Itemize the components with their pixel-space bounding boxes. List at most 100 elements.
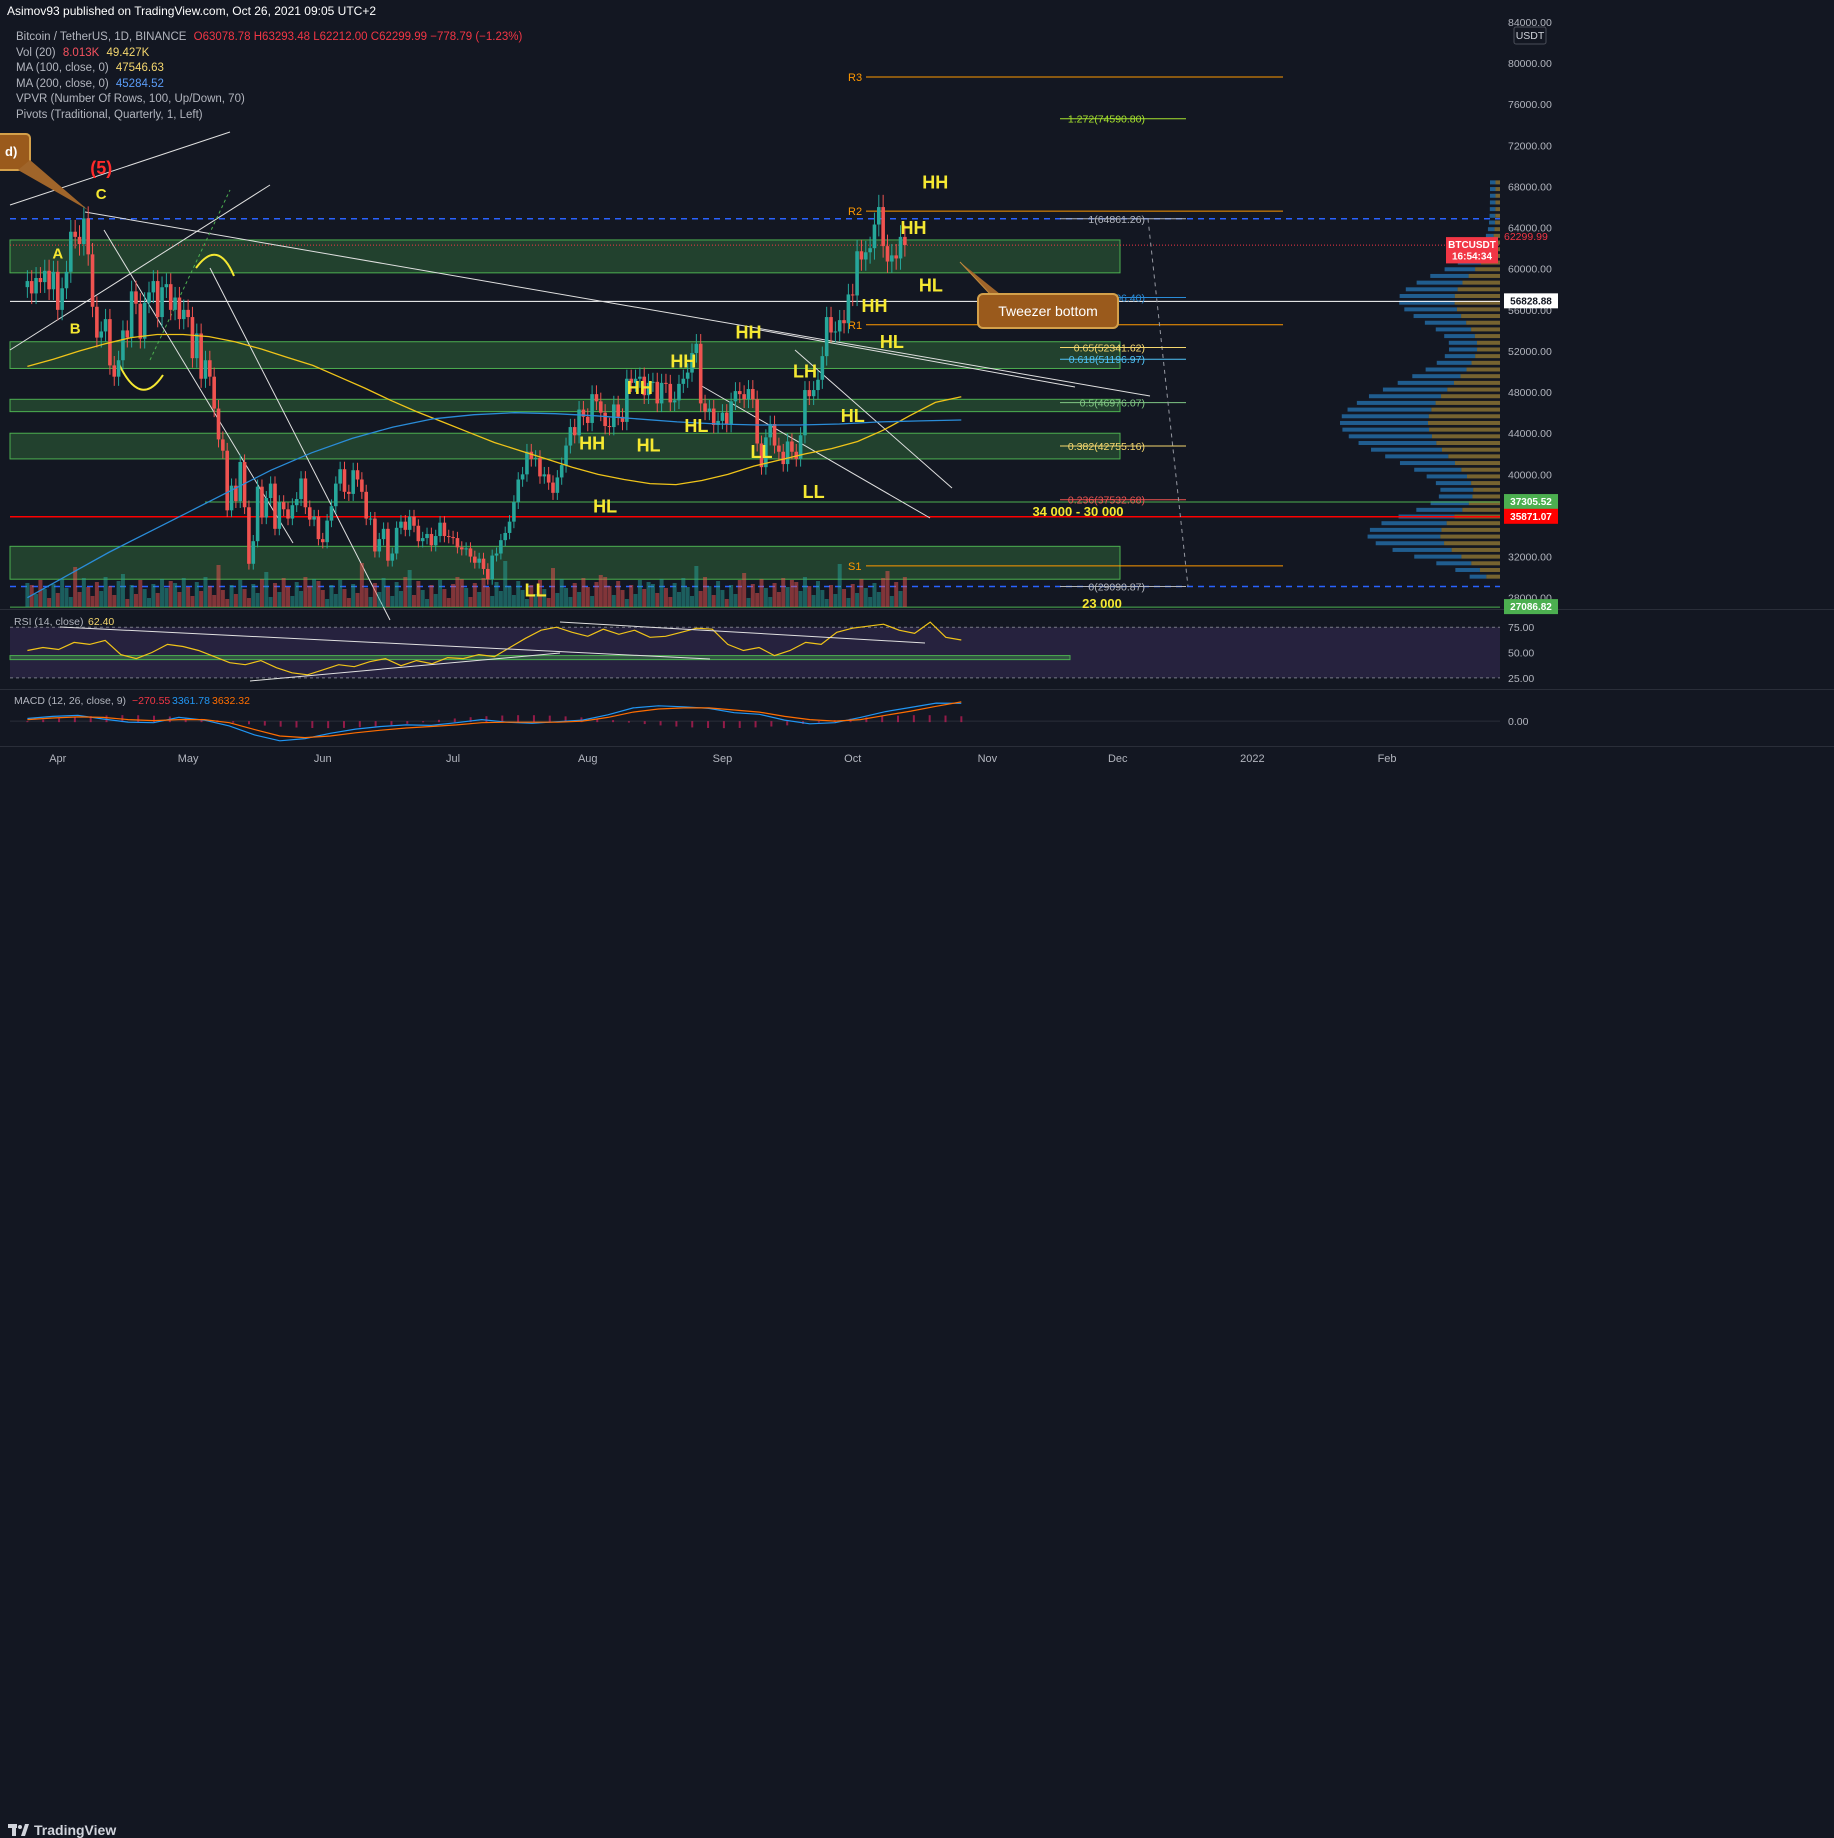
- vpvr-bar-up: [1455, 567, 1480, 572]
- volume-bar: [103, 577, 108, 607]
- candle-body: [859, 251, 864, 260]
- vpvr-bar-down: [1473, 487, 1500, 492]
- vpvr-bar-up: [1392, 547, 1452, 552]
- vpvr-bar-up: [1448, 347, 1478, 352]
- fib-label-3: 0.65(52341.62): [1074, 342, 1145, 354]
- volume-bar: [294, 582, 299, 607]
- symbol-title[interactable]: Bitcoin / TetherUS, 1D, BINANCE: [16, 31, 186, 43]
- volume-bar: [359, 563, 364, 607]
- volume-bar: [290, 596, 295, 607]
- price-badge-text-1: 16:54:34: [1452, 251, 1492, 262]
- pivots-label[interactable]: Pivots (Traditional, Quarterly, 1, Left): [16, 109, 203, 121]
- swing-label-8: HH: [670, 351, 696, 371]
- vpvr-bar-down: [1471, 327, 1500, 332]
- vpvr-bar-up: [1381, 521, 1447, 526]
- volume-bar: [798, 591, 803, 607]
- volume-bar: [559, 579, 564, 607]
- candle-body: [34, 277, 38, 294]
- candle-body: [668, 383, 673, 403]
- volume-bar: [694, 566, 699, 607]
- vpvr-bar-down: [1448, 454, 1500, 459]
- vpvr-bar-down: [1471, 481, 1500, 486]
- candle-body: [855, 251, 859, 296]
- volume-bar: [490, 596, 495, 607]
- candle-body: [338, 469, 342, 484]
- candle-body: [95, 306, 99, 338]
- volume-bar: [594, 582, 599, 607]
- volume-bar: [642, 589, 647, 607]
- volume-bar: [724, 599, 729, 607]
- ma200-label[interactable]: MA (200, close, 0): [16, 78, 109, 90]
- candle-body: [616, 404, 620, 417]
- macd-hist-bar: [390, 721, 393, 726]
- macd-hist-bar: [73, 717, 76, 723]
- candle-body: [121, 330, 125, 361]
- vpvr-bar-down: [1451, 547, 1500, 552]
- candle-body: [268, 483, 273, 498]
- macd-hist-value: −270.55: [132, 695, 170, 707]
- vpvr-bar-up: [1438, 494, 1473, 499]
- macd-line-value: 3361.78: [172, 695, 210, 707]
- vpvr-bar-up: [1436, 360, 1472, 365]
- volume-bar: [763, 588, 768, 607]
- support-zone-2: [9, 398, 1121, 413]
- vpvr-bar-up: [1487, 227, 1495, 232]
- candle-body: [525, 451, 529, 475]
- candle-body: [86, 218, 90, 255]
- time-tick-9: 2022: [1240, 753, 1264, 765]
- candle-body: [168, 284, 173, 310]
- volume-bar: [637, 580, 642, 607]
- macd-hist-bar: [453, 718, 456, 723]
- swing-label-15: HL: [593, 496, 617, 516]
- volume-bar: [746, 598, 751, 607]
- price-tick-2: 76000.00: [1508, 99, 1552, 111]
- macd-hist-bar: [691, 721, 694, 728]
- price-badge-text-4: 35871.07: [1510, 512, 1552, 523]
- vpvr-bar-up: [1489, 207, 1496, 212]
- vpvr-label[interactable]: VPVR (Number Of Rows, 100, Up/Down, 70): [16, 93, 245, 105]
- candle-body: [803, 390, 807, 436]
- volume-bar: [885, 571, 890, 607]
- brand-text: TradingView: [34, 1822, 117, 1838]
- volume-bar: [598, 575, 603, 607]
- price-chart[interactable]: R3R2R1S11.272(74590.80)1(64861.26)0.786(…: [0, 0, 1834, 937]
- candle-body: [520, 474, 525, 480]
- macd-hist-bar: [342, 721, 345, 728]
- volume-bar: [151, 584, 156, 607]
- volume-bar: [225, 599, 230, 607]
- volume-bar: [820, 590, 825, 607]
- ma100-label[interactable]: MA (100, close, 0): [16, 62, 109, 74]
- volume-bar: [811, 595, 816, 607]
- vpvr-bar-up: [1404, 307, 1457, 312]
- vol-label[interactable]: Vol (20): [16, 47, 56, 59]
- volume-bar: [581, 578, 586, 607]
- macd-hist-bar: [295, 721, 298, 728]
- vpvr-bar-down: [1495, 213, 1500, 218]
- volume-bar: [177, 592, 182, 607]
- rsi-tick-2: 25.00: [1508, 673, 1534, 685]
- volume-bar: [776, 592, 781, 607]
- volume-bar: [107, 586, 112, 607]
- volume-bar: [703, 577, 708, 607]
- callout-tweezer-text: Tweezer bottom: [998, 303, 1098, 319]
- candle-body: [473, 556, 477, 563]
- macd-hist-bar: [358, 721, 361, 728]
- vpvr-bar-up: [1425, 367, 1467, 372]
- candle-body: [194, 333, 199, 359]
- macd-hist-bar: [612, 720, 615, 723]
- volume-bar: [233, 594, 238, 607]
- candle-body: [69, 231, 73, 272]
- volume-bar: [425, 599, 430, 607]
- vpvr-bar-up: [1413, 314, 1462, 319]
- candle-body: [116, 360, 121, 377]
- volume-bar: [807, 586, 812, 607]
- swing-label-1: HH: [901, 218, 927, 238]
- volume-bar: [299, 591, 304, 607]
- volume-bar: [329, 585, 334, 607]
- tradingview-brand[interactable]: TradingView: [8, 1822, 116, 1838]
- volume-bar: [750, 584, 755, 607]
- vpvr-bar-up: [1371, 447, 1442, 452]
- candle-body: [164, 284, 169, 288]
- candle-body: [681, 378, 686, 384]
- volume-bar: [368, 597, 373, 607]
